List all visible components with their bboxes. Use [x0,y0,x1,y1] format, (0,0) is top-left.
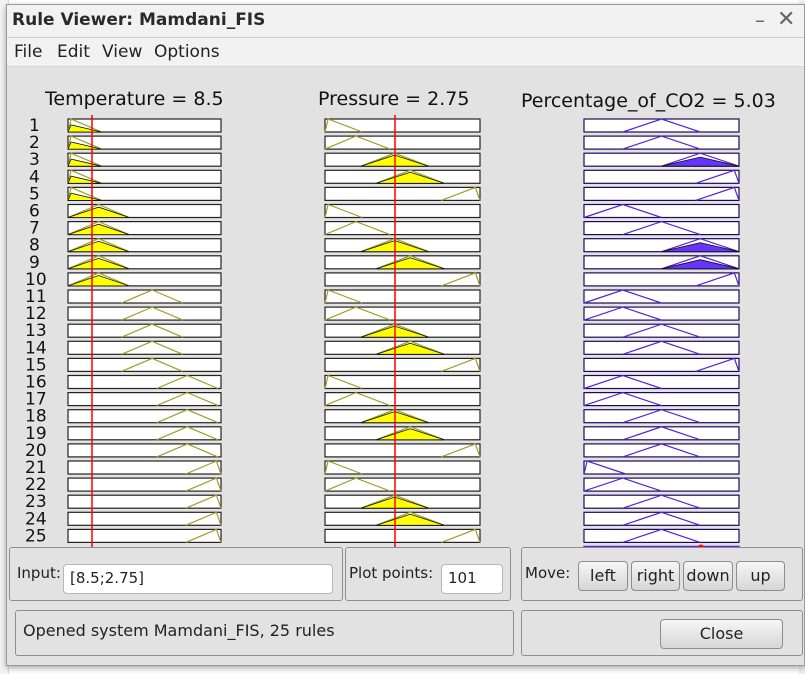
rule-cell [324,477,481,492]
rule-cell [583,511,740,526]
rule-cell [324,221,481,236]
input-panel: Input: [8.5;2.75] [9,547,343,601]
menu-options[interactable]: Options [154,42,220,62]
pressure-header: Pressure = 2.75 [318,88,469,110]
rule-cell [583,374,740,390]
minimize-icon[interactable]: – [755,9,765,31]
rule-cell [583,426,740,441]
close-icon[interactable]: ✕ [777,9,795,31]
rule-cell [583,221,740,236]
rule-cell [324,289,481,304]
rule-cell [583,528,740,543]
rule-cell [583,409,740,424]
rule-cell [67,289,222,304]
rule-cell [324,306,481,321]
rule-cell [67,306,222,321]
rule-cell [67,392,222,407]
rule-cell [67,511,222,526]
rule-viewer-window: Rule Viewer: Mamdani_FIS – ✕ File Edit V… [6,4,805,666]
co2-header: Percentage_of_CO2 = 5.03 [521,90,776,112]
rule-cell [324,203,481,219]
plot-points-panel: Plot points: 101 [345,547,511,601]
rule-cell [324,118,481,133]
plot-points-label: Plot points: [349,564,434,582]
rule-cell [583,323,740,338]
rule-cell [67,357,222,372]
temperature-header: Temperature = 8.5 [44,88,224,110]
rule-cell [324,135,481,150]
close-button[interactable]: Close [660,619,783,649]
title-bar: Rule Viewer: Mamdani_FIS – ✕ [7,5,804,38]
rule-cell [583,306,740,321]
status-text: Opened system Mamdani_FIS, 25 rules [23,621,335,640]
menu-view[interactable]: View [102,42,142,62]
rule-cell [67,409,222,424]
move-panel: Move: left right down up [521,547,803,601]
rule-cell [583,443,740,458]
move-left-button[interactable]: left [578,561,628,591]
move-label: Move: [525,564,571,582]
window-title: Rule Viewer: Mamdani_FIS [12,10,266,30]
rule-cell [67,494,222,509]
rule-cell [583,203,740,219]
rule-cell [583,289,740,304]
plot-points-field[interactable]: 101 [441,564,503,594]
rule-cell [67,374,222,390]
close-panel: Close [521,610,803,656]
input-label: Input: [17,564,61,582]
rule-cell [67,477,222,492]
rule-cell [583,477,740,492]
rule-cell [583,340,740,355]
move-up-button[interactable]: up [736,561,785,591]
rule-cell [583,494,740,509]
rule-plot-area[interactable]: Temperature = 8.5 Pressure = 2.75 Percen… [7,67,804,561]
menu-bar: File Edit View Options [7,38,804,67]
rule-cell [324,374,481,390]
rule-cell [67,460,222,475]
input-field[interactable]: [8.5;2.75] [63,564,333,594]
rule-number-label: 25 [25,526,47,546]
rule-cell [324,392,481,407]
rule-cell [67,443,222,458]
rules-plot[interactable]: Temperature = 8.5 Pressure = 2.75 Percen… [7,67,804,561]
menu-file[interactable]: File [14,42,42,62]
move-down-button[interactable]: down [683,561,733,591]
rule-cell [583,118,740,133]
move-right-button[interactable]: right [631,561,680,591]
menu-edit[interactable]: Edit [57,42,90,62]
rule-cell [67,528,222,543]
status-panel: Opened system Mamdani_FIS, 25 rules [15,610,514,656]
rule-cell [67,426,222,441]
rule-cell [67,340,222,355]
rule-cell [583,392,740,407]
rule-cell [67,323,222,338]
rule-cell [324,460,481,475]
rule-cell [583,135,740,150]
